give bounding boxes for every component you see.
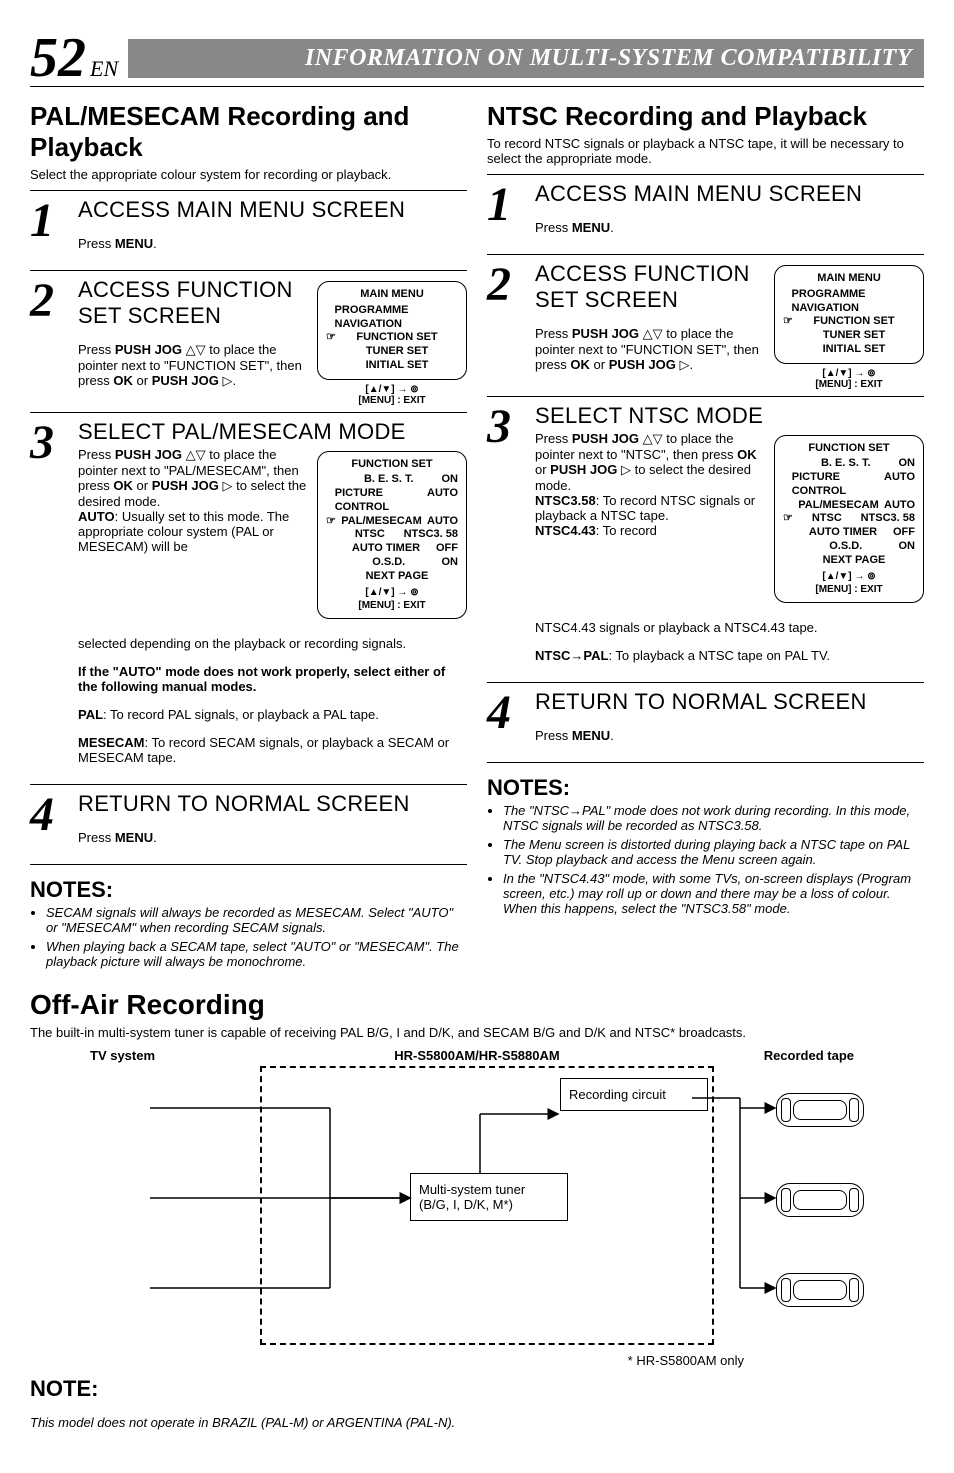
step-4: 4 RETURN TO NORMAL SCREEN Press MENU. xyxy=(487,682,924,756)
pointer-icon: ☞ xyxy=(326,515,336,529)
page-lang: EN xyxy=(90,56,118,82)
step-text: Press MENU. xyxy=(535,220,924,235)
step-2: 2 ACCESS FUNCTION SET SCREEN Press PUSH … xyxy=(30,270,467,406)
note-item: The "NTSC→PAL" mode does not work during… xyxy=(503,803,924,833)
osd-function-set: FUNCTION SET B. E. S. T.ON PICTURE CONTR… xyxy=(774,435,924,604)
step-number: 2 xyxy=(30,277,70,406)
step-text-mesecam: MESECAM: To record SECAM signals, or pla… xyxy=(78,735,467,765)
step-text: Press PUSH JOG △▽ to place the pointer n… xyxy=(535,431,766,608)
step-text-warn: If the "AUTO" mode does not work properl… xyxy=(78,664,467,694)
offair-heading: Off-Air Recording xyxy=(30,989,924,1021)
ntsc-lead: To record NTSC signals or playback a NTS… xyxy=(487,136,924,166)
page-header: 52 EN INFORMATION ON MULTI-SYSTEM COMPAT… xyxy=(30,30,924,87)
step-text: Press PUSH JOG △▽ to place the pointer n… xyxy=(78,447,309,624)
osd-main-menu: MAIN MENU PROGRAMME NAVIGATION ☞FUNCTION… xyxy=(317,281,467,380)
step-title: RETURN TO NORMAL SCREEN xyxy=(535,689,924,715)
step-title: ACCESS FUNCTION SET SCREEN xyxy=(535,261,766,313)
pal-heading: PAL/MESECAM Recording and Playback xyxy=(30,101,467,163)
step-2: 2 ACCESS FUNCTION SET SCREEN Press PUSH … xyxy=(487,254,924,390)
offair-note-heading: NOTE: xyxy=(30,1376,924,1402)
notes-list: The "NTSC→PAL" mode does not work during… xyxy=(503,803,924,916)
step-number: 2 xyxy=(487,261,527,390)
step-1: 1 ACCESS MAIN MENU SCREEN Press MENU. xyxy=(30,190,467,264)
pointer-icon: ☞ xyxy=(326,331,336,345)
note-item: SECAM signals will always be recorded as… xyxy=(46,905,467,935)
step-text: Press MENU. xyxy=(78,830,467,845)
step-title: RETURN TO NORMAL SCREEN xyxy=(78,791,467,817)
step-text: Press MENU. xyxy=(535,728,924,743)
step-1: 1 ACCESS MAIN MENU SCREEN Press MENU. xyxy=(487,174,924,248)
notes-heading: NOTES: xyxy=(487,775,924,801)
step-text-n443b: NTSC4.43 signals or playback a NTSC4.43 … xyxy=(535,620,924,635)
osd-footer: [▲/▼] → ⊚ [MENU] : EXIT xyxy=(317,384,467,406)
step-text-pal: PAL: To record PAL signals, or playback … xyxy=(78,707,467,722)
offair-lead: The built-in multi-system tuner is capab… xyxy=(30,1025,924,1040)
step-title: ACCESS FUNCTION SET SCREEN xyxy=(78,277,309,329)
note-item: In the "NTSC4.43" mode, with some TVs, o… xyxy=(503,871,924,916)
note-item: When playing back a SECAM tape, select "… xyxy=(46,939,467,969)
step-number: 4 xyxy=(30,791,70,858)
step-text: Press PUSH JOG △▽ to place the pointer n… xyxy=(78,342,309,389)
step-number: 3 xyxy=(487,403,527,677)
page-number: 52 xyxy=(30,30,86,86)
diagram-arrows xyxy=(30,1048,924,1368)
offair-note-text: This model does not operate in BRAZIL (P… xyxy=(30,1415,924,1430)
step-text: Press MENU. xyxy=(78,236,467,251)
step-4: 4 RETURN TO NORMAL SCREEN Press MENU. xyxy=(30,784,467,858)
pointer-icon: ☞ xyxy=(783,315,793,329)
section-banner: INFORMATION ON MULTI-SYSTEM COMPATIBILIT… xyxy=(128,39,924,78)
ntsc-heading: NTSC Recording and Playback xyxy=(487,101,924,132)
step-text-tail: selected depending on the playback or re… xyxy=(78,636,467,651)
step-number: 1 xyxy=(30,197,70,264)
osd-footer: [▲/▼] → ⊚[MENU] : EXIT xyxy=(774,368,924,390)
pointer-icon: ☞ xyxy=(783,512,793,526)
diagram-footnote: * HR-S5800AM only xyxy=(628,1353,744,1368)
osd-main-menu: MAIN MENU PROGRAMME NAVIGATION ☞FUNCTION… xyxy=(774,265,924,364)
step-text-ntscpal: NTSC→PAL: To playback a NTSC tape on PAL… xyxy=(535,648,924,663)
step-title: SELECT PAL/MESECAM MODE xyxy=(78,419,467,445)
notes-heading: NOTES: xyxy=(30,877,467,903)
step-number: 1 xyxy=(487,181,527,248)
step-number: 4 xyxy=(487,689,527,756)
step-title: SELECT NTSC MODE xyxy=(535,403,924,429)
step-3: 3 SELECT PAL/MESECAM MODE Press PUSH JOG… xyxy=(30,412,467,779)
notes-list: SECAM signals will always be recorded as… xyxy=(46,905,467,969)
left-column: PAL/MESECAM Recording and Playback Selec… xyxy=(30,95,467,973)
pal-lead: Select the appropriate colour system for… xyxy=(30,167,467,182)
step-text: Press PUSH JOG △▽ to place the pointer n… xyxy=(535,326,766,373)
note-item: The Menu screen is distorted during play… xyxy=(503,837,924,867)
right-column: NTSC Recording and Playback To record NT… xyxy=(487,95,924,973)
step-3: 3 SELECT NTSC MODE Press PUSH JOG △▽ to … xyxy=(487,396,924,677)
osd-function-set: FUNCTION SET B. E. S. T.ON PICTURE CONTR… xyxy=(317,451,467,620)
offair-diagram: TV system HR-S5800AM/HR-S5880AM Recorded… xyxy=(30,1048,924,1368)
step-number: 3 xyxy=(30,419,70,779)
step-title: ACCESS MAIN MENU SCREEN xyxy=(535,181,924,207)
step-title: ACCESS MAIN MENU SCREEN xyxy=(78,197,467,223)
page-number-group: 52 EN xyxy=(30,30,118,86)
